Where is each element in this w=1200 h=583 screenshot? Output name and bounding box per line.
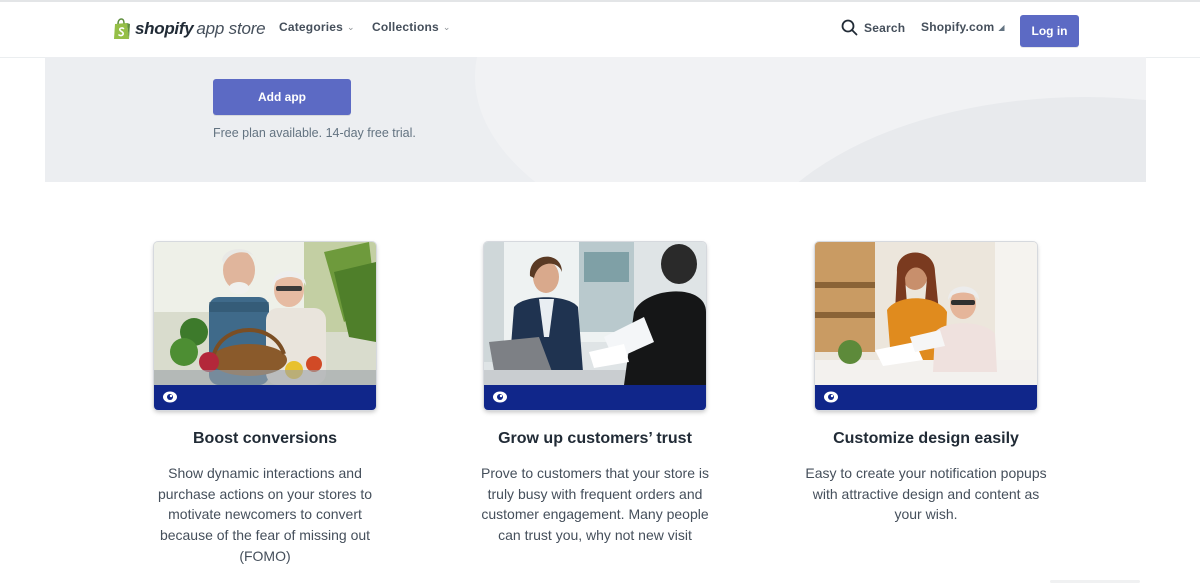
card-caption-strip bbox=[815, 385, 1037, 410]
feature-image-card bbox=[815, 242, 1037, 410]
nav-collections-label: Collections bbox=[372, 20, 439, 34]
feature-image-card bbox=[484, 242, 706, 410]
chevron-down-icon: ⌄ bbox=[442, 21, 451, 32]
card-caption-strip bbox=[484, 385, 706, 410]
nav-collections[interactable]: Collections ⌄ bbox=[372, 20, 451, 34]
nav-categories-label: Categories bbox=[279, 20, 344, 34]
shopify-com-label: Shopify.com bbox=[921, 20, 995, 34]
brand-eye-icon bbox=[824, 391, 838, 403]
feature-image-card bbox=[154, 242, 376, 410]
feature-boost-conversions: Boost conversions Show dynamic interacti… bbox=[154, 242, 376, 564]
feature-customer-trust: Grow up customers’ trust Prove to custom… bbox=[481, 242, 709, 543]
feature-description: Prove to customers that your store is tr… bbox=[481, 465, 709, 544]
brand-name: shopify bbox=[135, 19, 194, 38]
external-link-icon: ◢ bbox=[998, 22, 1005, 32]
card-caption-strip bbox=[154, 385, 376, 410]
feature-title: Boost conversions bbox=[192, 430, 338, 447]
search-icon bbox=[841, 19, 858, 36]
shopify-bag-icon bbox=[113, 18, 131, 40]
feature-title: Customize design easily bbox=[833, 430, 1019, 447]
shopify-com-link[interactable]: Shopify.com ◢ bbox=[921, 20, 1005, 34]
search-button[interactable]: Search bbox=[841, 19, 905, 36]
nav-categories[interactable]: Categories ⌄ bbox=[279, 20, 355, 34]
feature-description: Show dynamic interactions and purchase a… bbox=[157, 465, 372, 564]
feature-customize-design: Customize design easily Easy to create y… bbox=[805, 242, 1047, 522]
two-women-reviewing-papers-photo bbox=[815, 242, 1037, 385]
business-meeting-photo bbox=[484, 242, 706, 385]
brand-eye-icon bbox=[493, 391, 507, 403]
hero-banner: Add app Free plan available. 14-day free… bbox=[45, 57, 1146, 182]
search-label: Search bbox=[864, 20, 906, 35]
app-store-header: shopify app store Categories ⌄ Collectio… bbox=[0, 2, 1200, 58]
trial-info-text: Free plan available. 14-day free trial. bbox=[213, 126, 416, 140]
feature-title: Grow up customers’ trust bbox=[498, 430, 692, 447]
couple-with-vegetable-basket-photo bbox=[154, 242, 376, 385]
feature-description: Easy to create your notification popups … bbox=[805, 465, 1047, 523]
shopify-app-store-logo[interactable]: shopify app store bbox=[113, 16, 266, 42]
brand-subtitle: app store bbox=[196, 19, 266, 38]
chevron-down-icon: ⌄ bbox=[347, 21, 355, 32]
brand-eye-icon bbox=[163, 391, 177, 403]
login-button[interactable]: Log in bbox=[1020, 15, 1079, 47]
add-app-button[interactable]: Add app bbox=[213, 79, 351, 115]
